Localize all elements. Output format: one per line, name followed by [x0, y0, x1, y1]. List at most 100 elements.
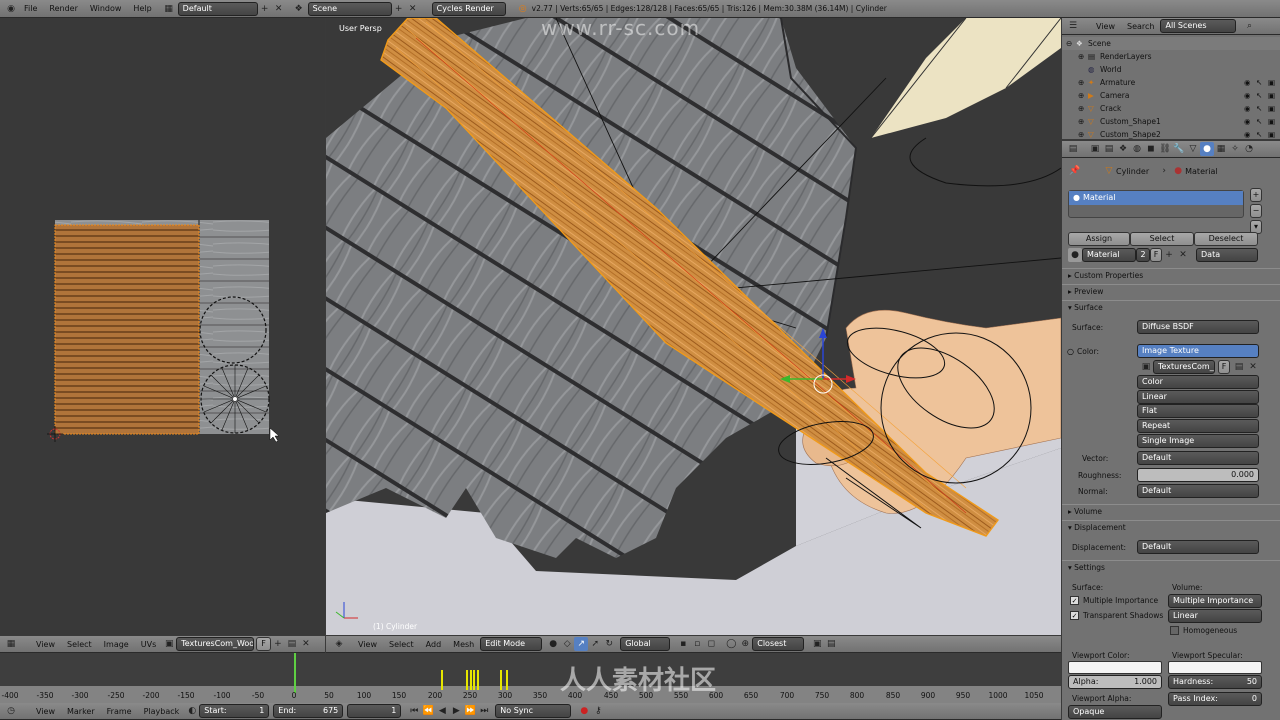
menu-render[interactable]: Render	[43, 4, 83, 13]
outliner[interactable]: ⊖ ❖ Scene ⊕ ▤ RenderLayers ◍ World ⊕ ✦ A…	[1062, 35, 1280, 139]
jump-start-icon[interactable]: ⏮	[407, 704, 421, 718]
outliner-row-custom-shape2[interactable]: ⊕ ▽ Custom_Shape2 ◉ ↖ ▣	[1062, 128, 1280, 139]
pass-index-field[interactable]: Pass Index: 0	[1168, 692, 1262, 706]
scene-tab-icon[interactable]: ❖	[1116, 142, 1130, 156]
translate-icon[interactable]: ➚	[588, 637, 602, 651]
expand-icon[interactable]: ⊖	[1066, 37, 1076, 50]
material-name-field[interactable]: Material	[1082, 248, 1136, 262]
color-input-selector[interactable]: Image Texture	[1137, 344, 1259, 358]
timeline-editor-icon[interactable]: ◷	[4, 704, 18, 718]
alpha-slider[interactable]: Alpha: 1.000	[1068, 675, 1162, 689]
camera-render-icon[interactable]: ▣	[1268, 102, 1280, 115]
start-frame-field[interactable]: Start: 1	[199, 704, 270, 718]
panel-volume[interactable]: ▸ Volume	[1062, 504, 1280, 518]
assign-button[interactable]: Assign	[1068, 232, 1130, 246]
texture-fake-user-button[interactable]: F	[1218, 360, 1230, 374]
render-tab-icon[interactable]: ▣	[1088, 142, 1102, 156]
displacement-selector[interactable]: Default	[1137, 540, 1259, 554]
expand-icon[interactable]: ⊕	[1078, 128, 1088, 139]
record-icon[interactable]: ●	[577, 704, 591, 718]
image-browse-icon[interactable]: ▣	[162, 637, 176, 651]
eye-icon[interactable]: ◉	[1244, 89, 1256, 102]
timeline-menu-frame[interactable]: Frame	[101, 707, 138, 716]
vertex-select-icon[interactable]: ▪	[676, 637, 690, 651]
proportional-edit-icon[interactable]: ◯	[724, 637, 738, 651]
fake-user-button[interactable]: F	[1150, 248, 1162, 262]
outliner-row-crack[interactable]: ⊕ ▽ Crack ◉ ↖ ▣	[1062, 102, 1280, 115]
new-material-icon[interactable]: +	[1162, 248, 1176, 262]
world-tab-icon[interactable]: ◍	[1130, 142, 1144, 156]
play-icon[interactable]: ▶	[449, 704, 463, 718]
homogeneous-checkbox[interactable]	[1170, 626, 1179, 635]
normal-selector[interactable]: Default	[1137, 484, 1259, 498]
hardness-field[interactable]: Hardness: 50	[1168, 675, 1262, 689]
panel-displacement[interactable]: ▾ Displacement	[1062, 520, 1280, 534]
cursor-icon[interactable]: ↖	[1256, 102, 1268, 115]
material-tab-icon[interactable]: ●	[1200, 142, 1214, 156]
homogeneous-row[interactable]: Homogeneous	[1170, 626, 1237, 635]
image-fake-user-button[interactable]: F	[256, 637, 271, 651]
outliner-row-armature[interactable]: ⊕ ✦ Armature ◉ ↖ ▣	[1062, 76, 1280, 89]
volume-sampling-selector[interactable]: Multiple Importance	[1168, 594, 1262, 608]
viewport-menu-select[interactable]: Select	[383, 640, 420, 649]
use-preview-range-icon[interactable]: ◐	[185, 704, 199, 718]
viewport-menu-view[interactable]: View	[352, 640, 383, 649]
uv-menu-view[interactable]: View	[30, 640, 61, 649]
3d-viewport[interactable]: User Persp www.rr-sc.com (1) Cylinder	[326, 18, 1061, 635]
properties-panel[interactable]: 📌 ▽ Cylinder › ● Material ● Material + −…	[1062, 158, 1280, 720]
color-space-selector[interactable]: Color	[1137, 375, 1259, 389]
menu-file[interactable]: File	[18, 4, 43, 13]
volume-interpolation-selector[interactable]: Linear	[1168, 609, 1262, 623]
scene-icon[interactable]: ❖	[292, 2, 306, 16]
browse-material-icon[interactable]: ●	[1068, 248, 1082, 262]
uv-canvas[interactable]	[0, 18, 325, 635]
panel-preview[interactable]: ▸ Preview	[1062, 284, 1280, 298]
render-anim-icon[interactable]: ▤	[824, 637, 838, 651]
cursor-icon[interactable]: ↖	[1256, 89, 1268, 102]
unlink-material-icon[interactable]: ✕	[1176, 248, 1190, 262]
orientation-selector[interactable]: Global	[620, 637, 671, 651]
open-image-icon[interactable]: ▤	[285, 637, 299, 651]
extension-selector[interactable]: Repeat	[1137, 419, 1259, 433]
projection-selector[interactable]: Flat	[1137, 404, 1259, 418]
outliner-menu-view[interactable]: View	[1090, 22, 1121, 31]
play-reverse-icon[interactable]: ◀	[435, 704, 449, 718]
modifiers-tab-icon[interactable]: 🔧	[1172, 142, 1186, 156]
prev-key-icon[interactable]: ⏪	[421, 704, 435, 718]
snap-icon[interactable]: ⊕	[738, 637, 752, 651]
expand-icon[interactable]: ⊕	[1078, 115, 1088, 128]
scene-selector[interactable]: Scene	[307, 1, 392, 16]
new-image-icon[interactable]: +	[271, 637, 285, 651]
edge-select-icon[interactable]: ▫	[690, 637, 704, 651]
editor-type-icon[interactable]: ▦	[4, 637, 18, 651]
editor-type-icon-3d[interactable]: ◈	[332, 637, 346, 651]
material-slot[interactable]: ● Material	[1069, 191, 1243, 205]
viewport-specular-swatch[interactable]	[1168, 661, 1262, 674]
current-frame-field[interactable]: 1	[347, 704, 402, 718]
camera-render-icon[interactable]: ▣	[1268, 115, 1280, 128]
outliner-filter-selector[interactable]: All Scenes	[1160, 19, 1237, 33]
layout-selector[interactable]: Default	[177, 1, 258, 16]
info-editor-icon[interactable]: ◉	[4, 2, 18, 16]
mode-selector[interactable]: Edit Mode	[480, 637, 543, 651]
expand-icon[interactable]: ⊕	[1078, 50, 1088, 63]
link-mode-selector[interactable]: Data	[1196, 248, 1258, 262]
uv-editor[interactable]	[0, 18, 325, 635]
cursor-icon[interactable]: ↖	[1256, 128, 1268, 139]
timeline-menu-view[interactable]: View	[30, 707, 61, 716]
open-image-icon-prop[interactable]: ▤	[1232, 360, 1246, 374]
uv-menu-uvs[interactable]: UVs	[135, 640, 163, 649]
mis-checkbox[interactable]: ✓	[1070, 596, 1079, 605]
material-users-count[interactable]: 2	[1136, 248, 1150, 262]
roughness-slider[interactable]: 0.000	[1137, 468, 1259, 482]
viewport-menu-add[interactable]: Add	[420, 640, 448, 649]
viewport-canvas[interactable]	[326, 18, 1061, 635]
physics-tab-icon[interactable]: ◔	[1242, 142, 1256, 156]
expand-icon[interactable]: ⊕	[1078, 102, 1088, 115]
constraints-tab-icon[interactable]: ⛓	[1158, 142, 1172, 156]
properties-editor-icon[interactable]: ▤	[1066, 142, 1080, 156]
jump-end-icon[interactable]: ⏭	[477, 704, 491, 718]
viewport-menu-mesh[interactable]: Mesh	[447, 640, 480, 649]
source-selector[interactable]: Single Image	[1137, 434, 1259, 448]
image-name-field[interactable]: TexturesCom_Wood...	[176, 637, 255, 651]
